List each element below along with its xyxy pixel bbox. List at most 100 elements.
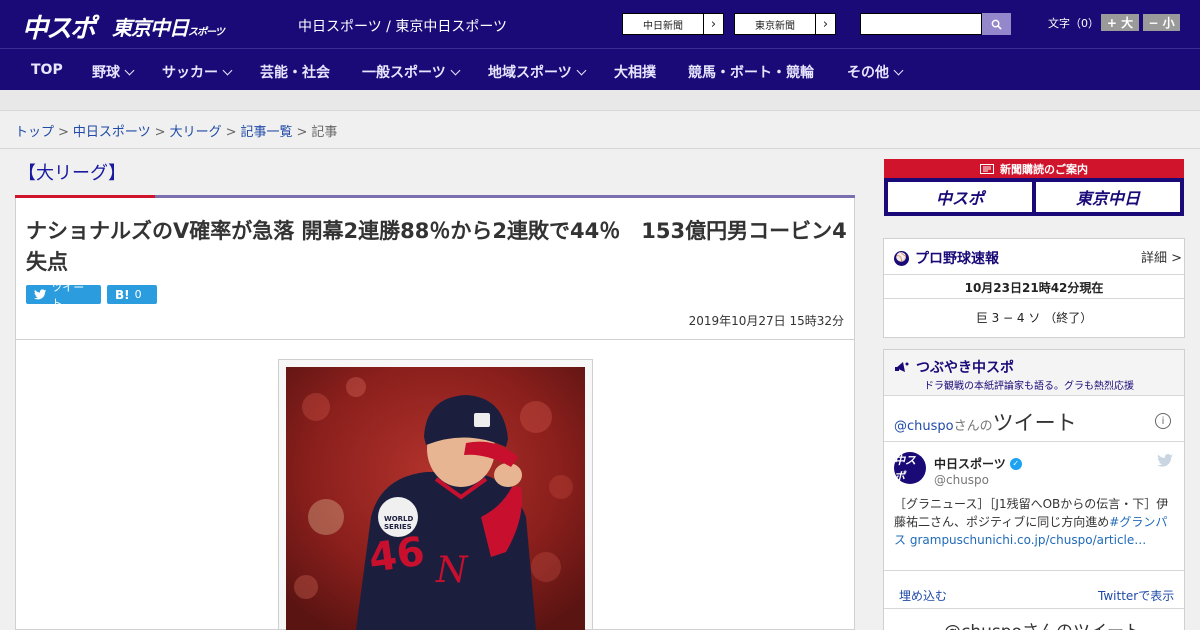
nav-item-racing[interactable]: 競馬・ボート・競輪 (688, 62, 814, 82)
avatar[interactable]: 中スポ (894, 452, 926, 484)
twitter-timeline-next-heading: @chuspoさんのツイート (944, 617, 1141, 630)
font-decrease-button[interactable]: − 小 (1143, 14, 1180, 31)
tsubuyaki-title-label: つぶやき中スポ (916, 360, 1014, 376)
baseball-score[interactable]: 巨 3 − 4 ソ （終了） (884, 309, 1184, 326)
breadcrumb-separator: > (296, 125, 308, 140)
twitter-account-name[interactable]: 中日スポーツ ✓ (934, 455, 1022, 472)
breadcrumb-divider (0, 148, 1200, 149)
chevron-down-icon (222, 65, 233, 75)
nav-item-general-sports[interactable]: 一般スポーツ (362, 62, 461, 82)
tsubuyaki-subtitle: ドラ観戦の本紙評論家も語る。グラも熱烈応援 (924, 381, 1134, 392)
breadcrumb-current: 記事 (311, 125, 338, 140)
font-increase-button[interactable]: + 大 (1101, 14, 1139, 31)
baseball-timestamp: 10月23日21時42分現在 (964, 281, 1104, 295)
tokyo-chunichi-logo[interactable]: 東京中日スポーツ (112, 12, 225, 41)
paper-link-label: 中日新聞 (643, 20, 683, 32)
subscription-title: 新聞購読のご案内 (1000, 162, 1088, 176)
breadcrumb-separator: > (154, 125, 166, 140)
tweet-link[interactable]: grampuschunichi.co.jp/chuspo/article… (910, 533, 1146, 547)
nav-item-baseball[interactable]: 野球 (92, 62, 135, 82)
article-headline: ナショナルズのV確率が急落 開幕2連勝88％から2連敗で44％ 153億円男コー… (26, 219, 847, 274)
site-header: 中スポ 東京中日スポーツ 中日スポーツ / 東京中日スポーツ 中日新聞 › 東京… (0, 0, 1200, 48)
article-category: 【大リーグ】 (18, 163, 126, 184)
sub-nav-bar (0, 90, 1200, 111)
twitter-timeline-heading: @chuspoさんのツイート (894, 407, 1077, 437)
baseball-icon: ⚾ (894, 250, 909, 266)
svg-text:SERIES: SERIES (384, 523, 412, 531)
nav-label: 野球 (92, 65, 120, 81)
nav-label: 競馬・ボート・競輪 (688, 65, 814, 81)
twitter-handle[interactable]: @chuspo (894, 419, 954, 434)
breadcrumb-link-top[interactable]: トップ (15, 125, 54, 140)
baseball-title: ⚾ プロ野球速報 (894, 248, 999, 268)
subscription-chuspo-logo[interactable]: 中スポ (888, 182, 1032, 212)
baseball-detail-link[interactable]: 詳細 > (1141, 247, 1182, 266)
hatena-bookmark-button[interactable]: B! 0 (107, 285, 157, 304)
nav-item-soccer[interactable]: サッカー (162, 62, 233, 82)
chunichi-shimbun-link[interactable]: 中日新聞 › (622, 13, 724, 35)
article-photo: 46 WORLD SERIES N (286, 367, 585, 630)
svg-text:WORLD: WORLD (384, 515, 414, 523)
svg-text:N: N (435, 550, 469, 591)
breadcrumb: トップ > 中日スポーツ > 大リーグ > 記事一覧 > 記事 (15, 121, 337, 140)
main-nav: TOP 野球 サッカー 芸能・社会 一般スポーツ 地域スポーツ 大相撲 競馬・ボ… (0, 48, 1200, 90)
chevron-right-icon: › (703, 14, 723, 34)
nav-item-entertainment[interactable]: 芸能・社会 (260, 62, 330, 82)
nav-label: 芸能・社会 (260, 65, 330, 81)
embed-link[interactable]: 埋め込む (899, 587, 947, 604)
tweet-button[interactable]: ツイート (26, 281, 101, 310)
search-button[interactable] (982, 13, 1011, 35)
chevron-down-icon (124, 65, 135, 75)
nav-item-local-sports[interactable]: 地域スポーツ (488, 62, 587, 82)
subscription-header: 新聞購読のご案内 (884, 159, 1184, 178)
tokyo-logo-main: 東京中日 (112, 16, 189, 40)
nav-label: 大相撲 (614, 65, 656, 81)
font-size-label: 文字（0） (1048, 17, 1099, 30)
search-icon (991, 19, 1002, 30)
breadcrumb-link-mlb[interactable]: 大リーグ (170, 125, 222, 140)
newspaper-icon (980, 163, 994, 174)
divider (884, 570, 1184, 571)
subscription-tokyo-logo[interactable]: 東京中日 (1036, 182, 1180, 212)
nav-label: 一般スポーツ (362, 65, 446, 81)
twitter-heading-label: ツイート (992, 411, 1077, 435)
twitter-bird-icon[interactable] (1157, 454, 1173, 471)
divider (884, 274, 1184, 275)
nav-item-other[interactable]: その他 (847, 62, 904, 82)
search-input[interactable] (860, 13, 982, 35)
chevron-right-icon: › (815, 14, 835, 34)
divider (884, 441, 1184, 442)
site-name: 中日スポーツ / 東京中日スポーツ (298, 19, 508, 35)
tsubuyaki-title: つぶやき中スポ (894, 357, 1014, 377)
info-icon[interactable]: i (1155, 413, 1171, 429)
verified-badge-icon: ✓ (1009, 457, 1022, 470)
article-date: 2019年10月27日 15時32分 (688, 314, 844, 328)
nav-item-sumo[interactable]: 大相撲 (614, 62, 656, 82)
chevron-down-icon (893, 65, 904, 75)
megaphone-icon (895, 362, 909, 372)
nav-label: 地域スポーツ (488, 65, 572, 81)
nav-label: TOP (31, 62, 63, 78)
chevron-down-icon (576, 65, 587, 75)
tweet-text: ［グラニュース］［J1残留へOBからの伝言・下］伊藤祐二さん、ポジティブに同じ方… (894, 495, 1174, 549)
paper-link-label: 東京新聞 (755, 20, 795, 32)
twitter-username[interactable]: @chuspo (934, 473, 989, 487)
baseball-title-label: プロ野球速報 (915, 251, 999, 267)
nav-label: その他 (847, 65, 889, 81)
twitter-bird-icon (34, 289, 47, 300)
tweet-label: ツイート (51, 280, 85, 310)
breadcrumb-separator: > (225, 125, 237, 140)
chuspo-logo[interactable]: 中スポ (22, 8, 96, 45)
divider (884, 298, 1184, 299)
twitter-handle-suffix: さんの (953, 419, 993, 434)
hatena-icon: B! (115, 287, 130, 302)
breadcrumb-link-chunichi-sports[interactable]: 中日スポーツ (73, 125, 151, 140)
divider (884, 608, 1184, 609)
breadcrumb-separator: > (58, 125, 69, 140)
hatena-count: 0 (134, 288, 142, 301)
breadcrumb-link-article-list[interactable]: 記事一覧 (241, 125, 293, 140)
view-on-twitter-link[interactable]: Twitterで表示 (1098, 587, 1174, 604)
nav-item-top[interactable]: TOP (31, 62, 63, 78)
tokyo-shimbun-link[interactable]: 東京新聞 › (734, 13, 836, 35)
nav-label: サッカー (162, 65, 218, 81)
